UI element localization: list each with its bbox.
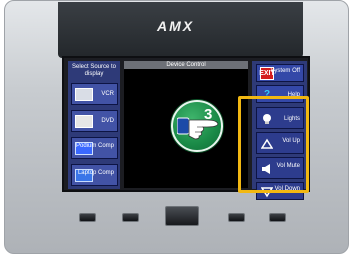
callout-badge: 3: [171, 100, 223, 152]
source-label: Laptop Comp: [77, 170, 114, 176]
hardware-button-2[interactable]: [122, 213, 139, 222]
source-panel-title: Select Source to display: [71, 64, 117, 77]
device-control-title: Device Control: [124, 61, 248, 69]
hardware-button-3[interactable]: [228, 213, 245, 222]
pointing-hand-icon: [177, 117, 219, 140]
source-dvd-button[interactable]: DVD: [71, 110, 118, 132]
source-podium-comp-button[interactable]: Podium Comp: [71, 137, 118, 159]
hardware-button-1[interactable]: [79, 213, 96, 222]
source-label: Podium Comp: [75, 143, 114, 149]
source-laptop-comp-button[interactable]: Laptop Comp: [71, 164, 118, 186]
vcr-icon: [75, 88, 93, 101]
system-off-label: System Off: [270, 68, 300, 74]
highlight-box: [238, 96, 309, 193]
brand-logo: AMX: [157, 18, 195, 34]
hardware-button-4[interactable]: [269, 213, 286, 222]
source-vcr-button[interactable]: VCR: [71, 83, 118, 105]
hardware-button-center[interactable]: [165, 206, 199, 226]
callout-number: 3: [204, 106, 213, 123]
source-label: VCR: [101, 91, 114, 97]
source-panel: Select Source to display VCR DVD Podium …: [68, 61, 120, 189]
system-off-button[interactable]: EXIT System Off: [256, 64, 304, 82]
source-label: DVD: [101, 118, 114, 124]
dvd-icon: [75, 115, 93, 128]
